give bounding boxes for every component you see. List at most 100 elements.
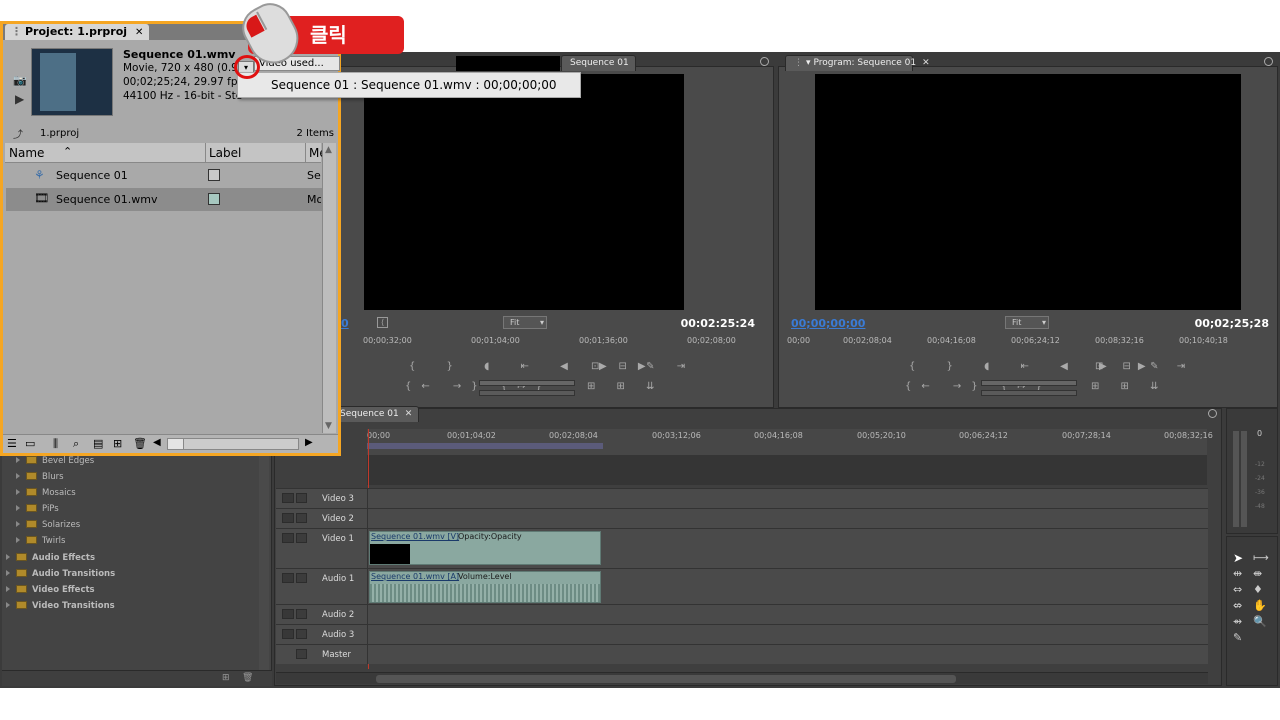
lock-icon[interactable] [296,629,307,639]
scroll-down-icon[interactable]: ▼ [325,421,332,431]
new-item-icon[interactable]: ⊞ [113,437,122,450]
program-timecode-current[interactable]: 00;00;00;00 [791,317,865,330]
panel-menu-icon[interactable] [1264,57,1273,66]
project-vertical-scrollbar[interactable]: ▲ ▼ [322,143,336,433]
panel-menu-icon[interactable] [760,57,769,66]
camera-icon[interactable]: 📷 [13,74,27,87]
speaker-icon[interactable] [282,573,294,583]
lock-icon[interactable] [296,573,307,583]
video-clip-effect[interactable]: Opacity:Opacity [458,532,522,541]
program-monitor-tab[interactable]: ⋮ ▾ Program: Sequence 01 ✕ [785,55,930,71]
source-jog-wheel[interactable] [479,390,575,396]
program-ruler[interactable]: 00;00 00;02;08;04 00;04;16;08 00;06;24;1… [779,334,1277,348]
panel-menu-icon[interactable] [1208,409,1217,418]
audio-clip[interactable]: Sequence 01.wmv [A] Volume:Level [369,571,601,603]
program-shuttle-slider[interactable] [981,380,1077,386]
project-item-clip[interactable]: 🎞 Sequence 01.wmv Mo [6,188,322,211]
eye-icon[interactable] [282,513,294,523]
program-export-buttons[interactable]: ⊞ ⊞ ⇊ [1091,381,1168,392]
effects-folder-bevel-edges[interactable]: Bevel Edges [16,456,94,466]
column-name[interactable]: Name [9,146,44,160]
effects-folder-blurs[interactable]: Blurs [16,472,64,482]
source-shuttle-slider[interactable] [479,380,575,386]
automate-sequence-icon[interactable]: ⫼ [53,437,58,451]
speaker-icon[interactable] [282,629,294,639]
work-area-bar[interactable] [367,443,603,449]
new-bin-icon[interactable]: ⊞ [222,673,230,683]
find-icon[interactable]: ⌕ [73,437,79,451]
selection-tool-icon[interactable]: ➤ [1233,551,1243,565]
lock-icon[interactable] [296,649,307,659]
folder-icon [16,569,27,577]
project-horizontal-scrollbar[interactable] [167,438,299,450]
effects-category-video-transitions[interactable]: Video Transitions [6,601,115,611]
program-jog-wheel[interactable] [981,390,1077,396]
effects-folder-twirls[interactable]: Twirls [16,536,65,546]
lock-icon[interactable] [296,513,307,523]
source-fit-dropdown[interactable]: Fit ▾ [503,316,547,329]
scroll-up-icon[interactable]: ▲ [325,145,332,155]
scrollbar-thumb[interactable] [168,439,184,449]
source-monitor-tab[interactable]: Sequence 01 [561,55,636,71]
audio-clip-effect[interactable]: Volume:Level [458,572,512,581]
lock-icon[interactable] [296,493,307,503]
effects-folder-mosaics[interactable]: Mosaics [16,488,76,498]
rate-stretch-tool-icon[interactable]: ⇔ [1233,583,1242,596]
source-timecode-current[interactable]: 0 [341,317,349,330]
program-fit-dropdown[interactable]: Fit ▾ [1005,316,1049,329]
close-icon[interactable]: ✕ [135,27,143,38]
source-insert-overlay-buttons[interactable]: ⊡ ⊟ ✎ [591,361,663,372]
slip-tool-icon[interactable]: ⇎ [1233,599,1242,612]
source-export-buttons[interactable]: ⊞ ⊞ ⇊ [587,381,664,392]
speaker-icon[interactable] [282,609,294,619]
project-item-sequence[interactable]: ⚘ Sequence 01 Seq [6,164,322,187]
slide-tool-icon[interactable]: ⇴ [1233,615,1242,628]
folder-icon [26,456,37,464]
parent-folder-icon[interactable]: ⤴ [13,126,23,141]
scroll-left-icon[interactable]: ◀ [153,437,161,448]
timeline-horizontal-scrollbar[interactable] [276,672,1208,684]
source-ruler-tick: 00;01;04;00 [471,336,520,345]
program-ruler-tick: 00;10;40;18 [1179,336,1228,345]
scrollbar-thumb[interactable] [376,675,956,683]
eye-icon[interactable] [282,533,294,543]
lock-icon[interactable] [296,609,307,619]
eye-icon[interactable] [282,493,294,503]
effects-category-audio-effects[interactable]: Audio Effects [6,553,95,563]
list-view-icon[interactable]: ☰ [7,437,17,450]
effects-category-video-effects[interactable]: Video Effects [6,585,95,595]
play-icon[interactable]: ▶ [15,92,24,106]
lock-icon[interactable] [296,533,307,543]
sort-ascending-icon[interactable]: ⌃ [63,145,72,158]
source-marker-icon[interactable]: ⟨ [377,317,388,328]
video-clip[interactable]: Sequence 01.wmv [V] Opacity:Opacity [369,531,601,565]
trash-icon[interactable]: 🗑 [133,437,147,450]
effects-folder-pips[interactable]: PiPs [16,504,59,514]
column-label[interactable]: Label [209,146,241,160]
trash-icon[interactable]: 🗑 [242,673,253,683]
label-swatch[interactable] [208,169,220,181]
timeline-tab[interactable]: Sequence 01 ✕ [337,406,420,422]
program-lift-extract-buttons[interactable]: ⊡ ⊟ ✎ [1095,361,1167,372]
close-icon[interactable]: ✕ [922,58,930,68]
label-swatch[interactable] [208,193,220,205]
new-bin-icon[interactable]: ▤ [93,437,103,450]
razor-tool-icon[interactable]: ♦ [1253,583,1263,596]
icon-view-icon[interactable]: ▭ [25,437,35,450]
effects-scrollbar[interactable] [259,450,269,670]
project-tab[interactable]: ⋮ Project: 1.prproj ✕ [5,24,150,40]
track-select-tool-icon[interactable]: ⟼ [1253,551,1269,564]
scroll-right-icon[interactable]: ▶ [305,437,313,448]
rolling-edit-tool-icon[interactable]: ⇼ [1253,567,1262,580]
ripple-edit-tool-icon[interactable]: ⇹ [1233,567,1242,580]
dropdown-menu-item[interactable]: Sequence 01 : Sequence 01.wmv : 00;00;00… [271,78,557,92]
zoom-tool-icon[interactable]: 🔍 [1253,615,1267,628]
source-ruler[interactable]: 00;00;32;00 00;01;04;00 00;01;36;00 00;0… [341,334,773,348]
close-icon[interactable]: ✕ [405,409,413,419]
effects-category-audio-transitions[interactable]: Audio Transitions [6,569,115,579]
hand-tool-icon[interactable]: ✋ [1253,599,1267,612]
pen-tool-icon[interactable]: ✎ [1233,631,1242,644]
effects-folder-solarizes[interactable]: Solarizes [16,520,80,530]
track-name: Audio 2 [322,610,355,620]
timeline-ruler[interactable]: 00;00 00;01;04;02 00;02;08;04 00;03;12;0… [367,429,1213,455]
